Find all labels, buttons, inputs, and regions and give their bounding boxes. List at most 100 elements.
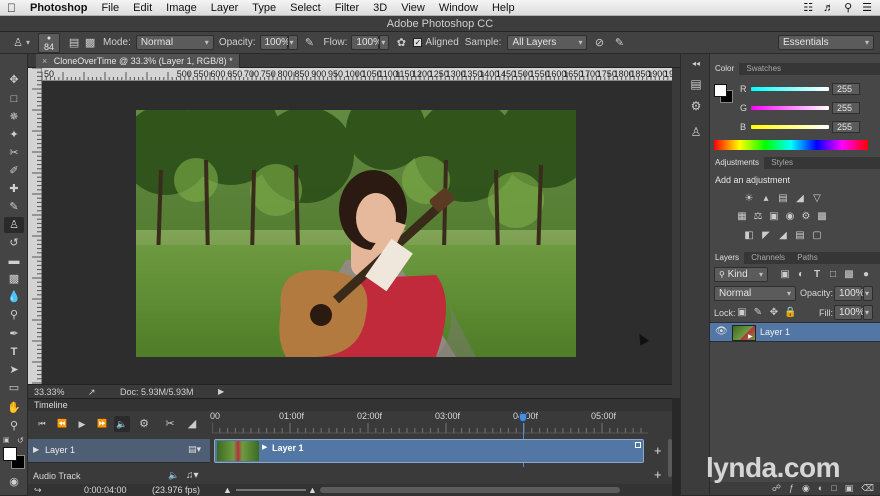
r-slider[interactable] (751, 87, 829, 91)
spotlight-icon[interactable]: ⚲ (844, 1, 852, 14)
timeline-horizontal-scroll[interactable] (320, 487, 620, 493)
add-audio-icon[interactable]: + (654, 467, 662, 482)
hue-saturation-icon[interactable]: ▦ (736, 211, 748, 222)
photo-filter-icon[interactable]: ◉ (784, 211, 796, 222)
menu-file[interactable]: File (94, 0, 126, 16)
lock-transparency-icon[interactable]: ▣ (736, 307, 748, 318)
r-value-field[interactable]: 255 (832, 83, 860, 95)
fill-field[interactable]: 100% (834, 305, 865, 320)
filmstrip-icon[interactable]: ▤▾ (188, 444, 201, 455)
brightness-icon[interactable]: ☀ (743, 193, 755, 204)
g-value-field[interactable]: 255 (832, 102, 860, 114)
brush-panel-icon[interactable]: ▤ (66, 35, 82, 51)
fill-dropdown[interactable]: ▾ (863, 305, 873, 320)
quick-mask-icon[interactable]: ◉ (4, 474, 24, 490)
foreground-color-swatch[interactable] (3, 447, 17, 461)
menu-3d[interactable]: 3D (366, 0, 394, 16)
timeline-settings-icon[interactable]: ⚙ (136, 416, 152, 432)
vibrance-icon[interactable]: ▽ (811, 193, 823, 204)
zoom-tool-icon[interactable]: ⚲ (4, 418, 24, 434)
menu-view[interactable]: View (394, 0, 432, 16)
tab-paths[interactable]: Paths (792, 252, 822, 264)
sample-select[interactable]: All Layers ▾ (507, 35, 588, 50)
filter-shape-icon[interactable]: □ (827, 269, 839, 280)
clip-end-handle[interactable] (635, 442, 641, 448)
properties-panel-icon[interactable]: ⚙ (687, 98, 705, 114)
flow-field[interactable]: 100% (351, 35, 382, 50)
wifi-icon[interactable]: ☷ (803, 1, 813, 14)
previous-frame-icon[interactable]: ⏪ (54, 416, 70, 432)
foreground-color-swatch[interactable] (714, 84, 727, 97)
canvas-area[interactable] (42, 81, 672, 384)
document-tab[interactable]: × CloneOverTime @ 33.3% (Layer 1, RGB/8)… (36, 54, 240, 68)
airbrush-icon[interactable]: ✿ (393, 35, 409, 51)
tab-styles[interactable]: Styles (766, 157, 798, 169)
mode-select[interactable]: Normal ▾ (135, 35, 214, 50)
tool-preset-arrow-icon[interactable]: ▾ (26, 38, 30, 47)
history-brush-tool-icon[interactable]: ↺ (4, 235, 24, 251)
workspace-select[interactable]: Essentials ▾ (778, 35, 874, 50)
default-colors-icon[interactable]: ▣ (3, 436, 11, 444)
visibility-eye-icon[interactable]: 👁 (715, 326, 728, 337)
color-balance-icon[interactable]: ⚖ (752, 211, 764, 222)
add-media-icon[interactable]: + (654, 443, 662, 458)
menu-window[interactable]: Window (432, 0, 485, 16)
timeline-scrollbar[interactable] (668, 439, 672, 477)
menu-select[interactable]: Select (283, 0, 328, 16)
document-image[interactable] (136, 110, 576, 357)
clone-stamp-tool-icon[interactable]: ♙ (4, 217, 24, 233)
threshold-icon[interactable]: ◢ (777, 230, 789, 241)
black-white-icon[interactable]: ▣ (768, 211, 780, 222)
clip-expand-icon[interactable]: ▶ (262, 443, 267, 451)
type-tool-icon[interactable]: T (4, 344, 24, 360)
menu-filter[interactable]: Filter (328, 0, 366, 16)
opacity-dropdown[interactable]: ▾ (287, 35, 298, 50)
go-to-first-frame-icon[interactable]: ⏮ (34, 416, 50, 432)
g-slider[interactable] (751, 106, 829, 110)
color-lookup-icon[interactable]: ▩ (816, 211, 828, 222)
menu-type[interactable]: Type (245, 0, 283, 16)
channel-mixer-icon[interactable]: ⚙ (800, 211, 812, 222)
render-video-icon[interactable]: ↪ (34, 484, 42, 496)
menu-app[interactable]: Photoshop (23, 0, 94, 16)
posterize-icon[interactable]: ◤ (760, 230, 772, 241)
gradient-map-icon[interactable]: ▤ (794, 230, 806, 241)
timeline-layer-header[interactable]: ▶ Layer 1 ▤▾ (28, 439, 210, 463)
tab-adjustments[interactable]: Adjustments (710, 157, 765, 169)
menu-layer[interactable]: Layer (204, 0, 246, 16)
clone-source-panel-icon[interactable]: ♙ (687, 124, 705, 140)
play-icon[interactable]: ▶ (74, 416, 90, 432)
volume-icon[interactable]: ♬ (823, 2, 834, 14)
pressure-opacity-icon[interactable]: ✎ (302, 35, 318, 51)
current-timecode[interactable]: 0:00:04:00 (84, 484, 127, 496)
new-layer-icon[interactable]: ▣ (845, 482, 854, 495)
pen-tool-icon[interactable]: ✒ (4, 326, 24, 342)
expand-arrow-icon[interactable]: ▶ (33, 445, 39, 454)
apple-menu-icon[interactable]:  (0, 0, 23, 16)
timeline-ruler[interactable]: 00 01:00f 02:00f 03:00f 04:00f 05:00f (210, 411, 648, 437)
tab-color[interactable]: Color (710, 63, 740, 75)
flow-dropdown[interactable]: ▾ (379, 35, 390, 50)
filter-smart-icon[interactable]: ▩ (843, 269, 855, 280)
layer-opacity-dropdown[interactable]: ▾ (863, 286, 873, 301)
hand-tool-icon[interactable]: ✋ (4, 400, 24, 416)
ignore-adjustment-icon[interactable]: ⊘ (591, 35, 607, 51)
layer-name[interactable]: Layer 1 (760, 327, 790, 337)
lock-image-icon[interactable]: ✎ (752, 307, 764, 318)
zoom-out-icon[interactable]: ▲ (223, 484, 232, 496)
tab-layers[interactable]: Layers (710, 252, 745, 264)
pressure-size-icon[interactable]: ✎ (611, 35, 627, 51)
zoom-level[interactable]: 33.33% (34, 385, 65, 399)
playhead-handle[interactable] (519, 413, 527, 422)
close-icon[interactable]: × (42, 56, 47, 66)
tab-swatches[interactable]: Swatches (741, 63, 786, 75)
split-at-playhead-icon[interactable]: ✂ (162, 416, 178, 432)
horizontal-ruler[interactable]: 50 500 550 600 650 700 750 800 850 900 950 1000 1050… (42, 68, 672, 81)
dock-collapse-icon[interactable]: ◂◂ (687, 56, 705, 72)
b-slider[interactable] (751, 125, 829, 129)
move-tool-icon[interactable]: ✥ (4, 72, 24, 88)
audio-mute-icon[interactable]: 🔈 (168, 470, 179, 481)
lock-all-icon[interactable]: 🔒 (784, 307, 796, 318)
transition-icon[interactable]: ◢ (184, 416, 200, 432)
filter-type-icon[interactable]: T (811, 269, 823, 280)
